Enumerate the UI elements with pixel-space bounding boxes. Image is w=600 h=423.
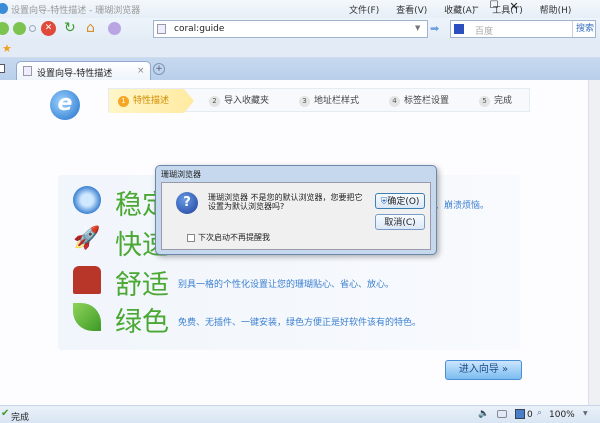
- cancel-button[interactable]: 取消(C): [375, 214, 425, 230]
- page-icon: [157, 24, 166, 34]
- tab-page-icon: [23, 66, 32, 76]
- done-check-icon: ✔: [1, 408, 10, 419]
- go-icon[interactable]: ➡: [430, 22, 439, 35]
- armchair-icon: [73, 266, 101, 294]
- sound-icon[interactable]: 🔈: [478, 409, 489, 419]
- step-label: 特性描述: [133, 96, 170, 106]
- vertical-scrollbar[interactable]: [588, 80, 600, 405]
- stop-icon[interactable]: ✕: [41, 21, 56, 36]
- question-icon: ?: [176, 192, 198, 214]
- feature-title-green: 绿色: [115, 307, 169, 338]
- stable-icon: [73, 186, 101, 214]
- step-4[interactable]: 4 标签栏设置: [389, 89, 449, 113]
- step-3[interactable]: 3 地址栏样式: [299, 89, 359, 113]
- new-tab-button[interactable]: +: [153, 63, 165, 75]
- window-title: 设置向导-特性描述 - 珊瑚浏览器: [11, 6, 141, 16]
- step-1[interactable]: 1 特性描述: [109, 89, 194, 113]
- step-5[interactable]: 5 完成: [479, 89, 512, 113]
- step-label: 完成: [494, 96, 513, 106]
- step-number: 4: [389, 96, 400, 107]
- address-dropdown-icon[interactable]: ▼: [415, 24, 420, 32]
- step-label: 地址栏样式: [314, 96, 360, 106]
- tab-active[interactable]: 设置向导-特性描述 ×: [16, 61, 151, 80]
- print-icon[interactable]: [497, 410, 507, 418]
- menu-file[interactable]: 文件(F): [349, 6, 379, 16]
- zoom-level[interactable]: 100%: [549, 410, 575, 420]
- feature-desc-stable: 、崩溃烦恼。: [435, 201, 490, 211]
- step-number: 3: [299, 96, 310, 107]
- browser-logo-icon: [0, 3, 8, 14]
- tab-close-icon[interactable]: ×: [137, 66, 145, 76]
- step-number: 5: [479, 96, 490, 107]
- title-bar: 设置向导-特性描述 - 珊瑚浏览器 文件(F) 查看(V) 收藏(A) 工具(T…: [0, 0, 600, 18]
- tab-label: 设置向导-特性描述: [37, 69, 113, 79]
- back-icon[interactable]: [0, 22, 9, 35]
- navigation-toolbar: ✕ ↻ ⌂ coral:guide ▼ ➡ 百度 搜索: [0, 18, 600, 40]
- search-engine-icon[interactable]: [454, 24, 464, 34]
- address-bar[interactable]: coral:guide ▼: [153, 20, 428, 38]
- zoom-dropdown-icon[interactable]: ▼: [583, 410, 588, 417]
- dialog-body: ? 珊瑚浏览器 不是您的默认浏览器，您要把它设置为默认浏览器吗? ⛨确定(O) …: [161, 182, 431, 250]
- forward-icon[interactable]: [13, 22, 26, 35]
- undo-close-icon[interactable]: [108, 22, 121, 35]
- zoom-icon[interactable]: ⌕: [537, 408, 542, 418]
- steps-bar: 1 特性描述 2 导入收藏夹 3 地址栏样式 4 标签栏设置 5 完成: [108, 88, 530, 113]
- favorites-star-icon[interactable]: ★: [2, 42, 12, 55]
- feature-desc-green: 免费、无插件、一键安装，绿色方便正是好软件该有的特色。: [178, 318, 422, 328]
- search-input[interactable]: 百度: [475, 24, 493, 37]
- ok-label: 确定(O): [387, 197, 420, 207]
- step-label: 标签栏设置: [404, 96, 450, 106]
- dont-remind-checkbox[interactable]: [187, 234, 195, 242]
- search-button[interactable]: 搜索: [572, 21, 594, 37]
- history-dropdown-icon[interactable]: [29, 25, 36, 32]
- menu-bar: 文件(F) 查看(V) 收藏(A) 工具(T) 帮助(H): [335, 3, 571, 16]
- ok-button[interactable]: ⛨确定(O): [375, 193, 425, 209]
- popup-blocker-icon[interactable]: [515, 409, 525, 419]
- rocket-icon: 🚀: [73, 226, 101, 251]
- favorites-bar: ★: [0, 40, 600, 58]
- search-box[interactable]: 百度 搜索: [450, 20, 596, 38]
- status-text: 完成: [11, 413, 30, 423]
- enter-guide-button[interactable]: 进入向导 »: [445, 360, 522, 380]
- dialog-message: 珊瑚浏览器 不是您的默认浏览器，您要把它设置为默认浏览器吗?: [208, 193, 363, 211]
- dont-remind-label[interactable]: 下次启动不再提醒我: [198, 232, 270, 243]
- feature-desc-comfort: 别具一格的个性化设置让您的珊瑚贴心、省心、放心。: [178, 280, 395, 290]
- step-2[interactable]: 2 导入收藏夹: [209, 89, 269, 113]
- home-icon[interactable]: ⌂: [86, 20, 102, 36]
- tab-bar: 设置向导-特性描述 × +: [0, 58, 600, 80]
- popup-count: 0: [527, 410, 533, 420]
- minimize-button[interactable]: –: [467, 0, 485, 16]
- close-window-button[interactable]: ✕: [503, 0, 525, 16]
- tab-list-icon[interactable]: [0, 64, 5, 73]
- status-bar: ✔ 完成 🔈 0 ⌕ 100% ▼: [0, 405, 600, 423]
- step-number: 2: [209, 96, 220, 107]
- default-browser-dialog: 珊瑚浏览器 ? 珊瑚浏览器 不是您的默认浏览器，您要把它设置为默认浏览器吗? ⛨…: [155, 165, 437, 255]
- coral-browser-logo: e: [50, 90, 80, 120]
- address-input[interactable]: coral:guide: [174, 24, 224, 34]
- feature-title-comfort: 舒适: [115, 270, 169, 301]
- dialog-title: 珊瑚浏览器: [161, 170, 201, 179]
- refresh-icon[interactable]: ↻: [64, 21, 79, 36]
- menu-view[interactable]: 查看(V): [396, 6, 427, 16]
- step-number: 1: [118, 96, 129, 107]
- maximize-button[interactable]: ☐: [485, 0, 503, 16]
- menu-help[interactable]: 帮助(H): [540, 6, 572, 16]
- step-label: 导入收藏夹: [224, 96, 270, 106]
